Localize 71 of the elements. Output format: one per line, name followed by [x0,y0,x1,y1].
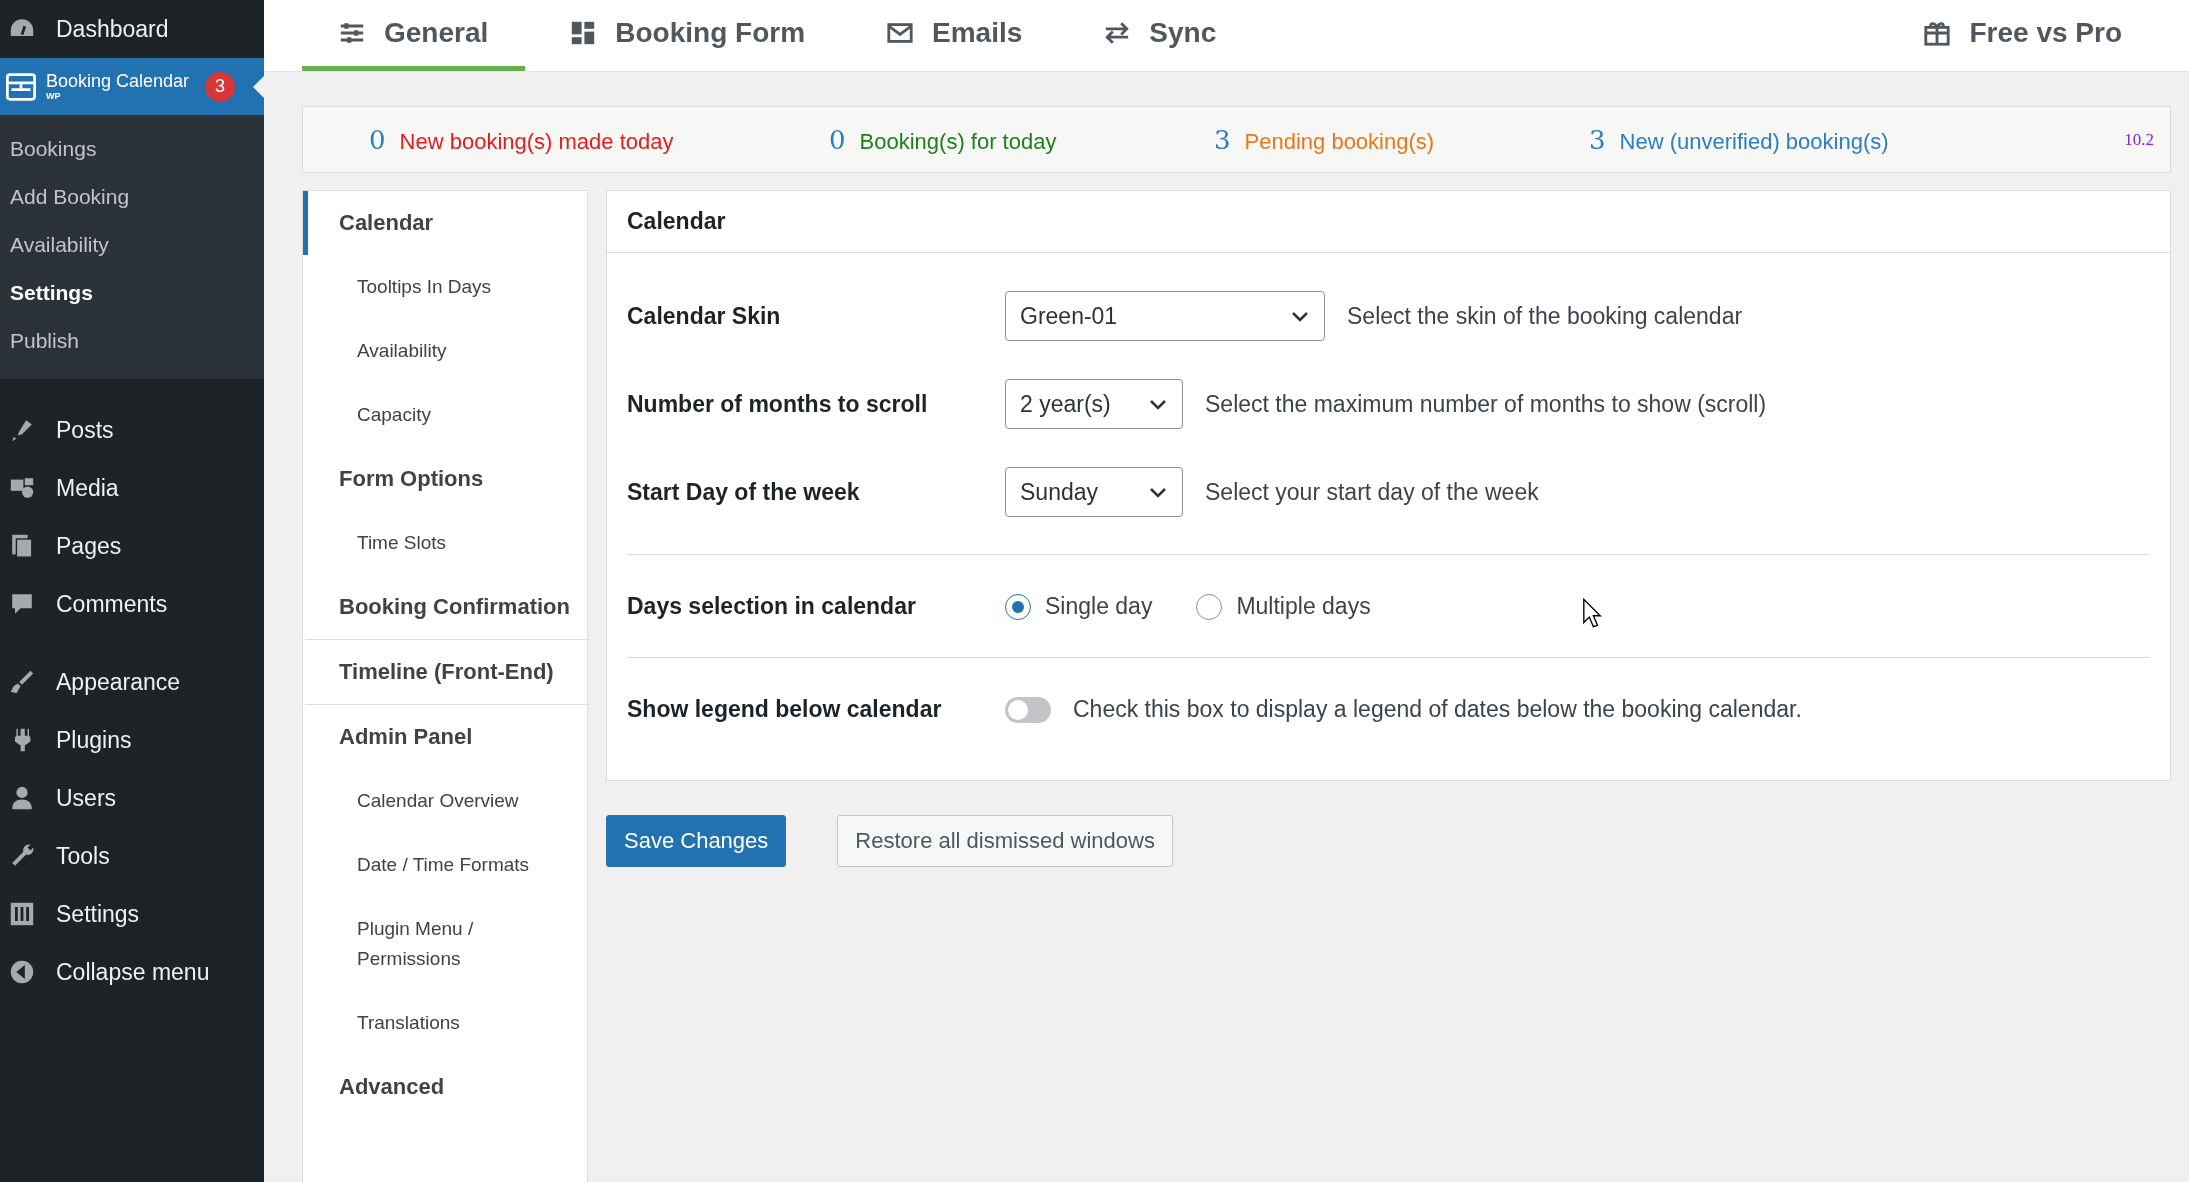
menu-item[interactable]: Settings [0,885,264,943]
toggle-switch[interactable] [1005,696,1051,723]
dropdown[interactable]: Sunday [1005,467,1183,517]
submenu-item[interactable]: Settings [0,269,264,317]
field-label: Start Day of the week [627,478,861,506]
nav-item[interactable]: Translations [303,991,587,1055]
restore-button[interactable]: Restore all dismissed windows [837,815,1173,867]
brush-icon [8,668,36,696]
submenu-item[interactable]: Bookings [0,125,264,173]
menu-item[interactable]: Posts [0,401,264,459]
field-description: Select the skin of the booking calendar [1347,302,1743,330]
nav-item[interactable]: Form Options [303,447,587,511]
menu-item[interactable]: Tools [0,827,264,885]
version-label: 10.2 [2124,129,2154,150]
menu-item[interactable]: Pages [0,517,264,575]
tab[interactable]: Free vs Pro [1887,0,2159,71]
nav-item[interactable]: Admin Panel [303,705,587,769]
gift-icon [1923,19,1952,47]
nav-item[interactable]: Calendar Overview [303,769,587,833]
menu-item[interactable]: Collapse menu [0,943,264,1001]
menu-item[interactable]: Plugins [0,711,264,769]
collapse-icon [8,958,36,986]
nav-item[interactable]: Advanced [303,1055,587,1119]
count-badge: 3 [205,71,236,102]
submenu-item[interactable]: Add Booking [0,173,264,221]
field-description: Select the maximum number of months to show (scroll) [1205,390,1767,418]
save-button[interactable]: Save Changes [606,815,787,867]
menu-item[interactable]: Users [0,769,264,827]
field-label: Calendar Skin [627,302,782,330]
menu-item[interactable]: Comments [0,575,264,633]
nav-item[interactable]: Calendar [303,191,587,255]
booking-calendar-menu-item[interactable]: Booking Calendar WP 3 [0,58,264,115]
tab[interactable]: General [302,0,526,71]
field-label: Show legend below calendar [627,696,943,723]
nav-item[interactable]: Tooltips In Days [303,255,587,319]
nav-item[interactable]: Date / Time Formats [303,833,587,897]
nav-item[interactable]: Availability [303,319,587,383]
field-label: Days selection in calendar [627,593,917,620]
dropdown[interactable]: Green-01 [1005,291,1325,341]
stat-count: 3 [1214,124,1231,155]
panel-title: Calendar [607,191,2170,253]
field-label: Number of months to scroll [627,390,929,418]
mouse-pointer-icon [1582,598,1602,628]
calendar-logo-icon [6,72,36,101]
tab[interactable]: Sync [1067,0,1254,71]
radio-option[interactable]: Single day [1005,593,1153,620]
dashboard-menu-item[interactable]: Dashboard [0,0,264,58]
stat-count: 0 [829,124,846,155]
field-description: Select your start day of the week [1205,478,1539,506]
sliders-icon [8,900,36,928]
menu-item[interactable]: Media [0,459,264,517]
nav-item[interactable]: Booking Confirmation [303,575,587,640]
menu-label: Booking Calendar [46,72,190,90]
stat-count: 0 [369,124,386,155]
nav-item[interactable]: Capacity [303,383,587,447]
stat-count: 3 [1589,124,1606,155]
menu-item[interactable]: Appearance [0,653,264,711]
submenu-item[interactable]: Publish [0,317,264,365]
dropdown[interactable]: 2 year(s) [1005,379,1183,429]
tab[interactable]: Booking Form [533,0,843,71]
nav-item[interactable]: Plugin Menu / Permissions [303,897,587,991]
nav-item[interactable]: Timeline (Front-End) [303,640,587,705]
submenu-item[interactable]: Availability [0,221,264,269]
stat-link[interactable]: New (unverified) booking(s) [1619,128,1889,155]
field-description: Check this box to display a legend of dates below the booking calendar. [1073,696,1802,723]
stat-link[interactable]: New booking(s) made today [399,128,674,155]
menu-sublabel: WP [46,92,62,101]
nav-item[interactable]: Time Slots [303,511,587,575]
radio-option[interactable]: Multiple days [1196,593,1371,620]
tab[interactable]: Emails [850,0,1060,71]
stat-link[interactable]: Booking(s) for today [859,128,1057,155]
